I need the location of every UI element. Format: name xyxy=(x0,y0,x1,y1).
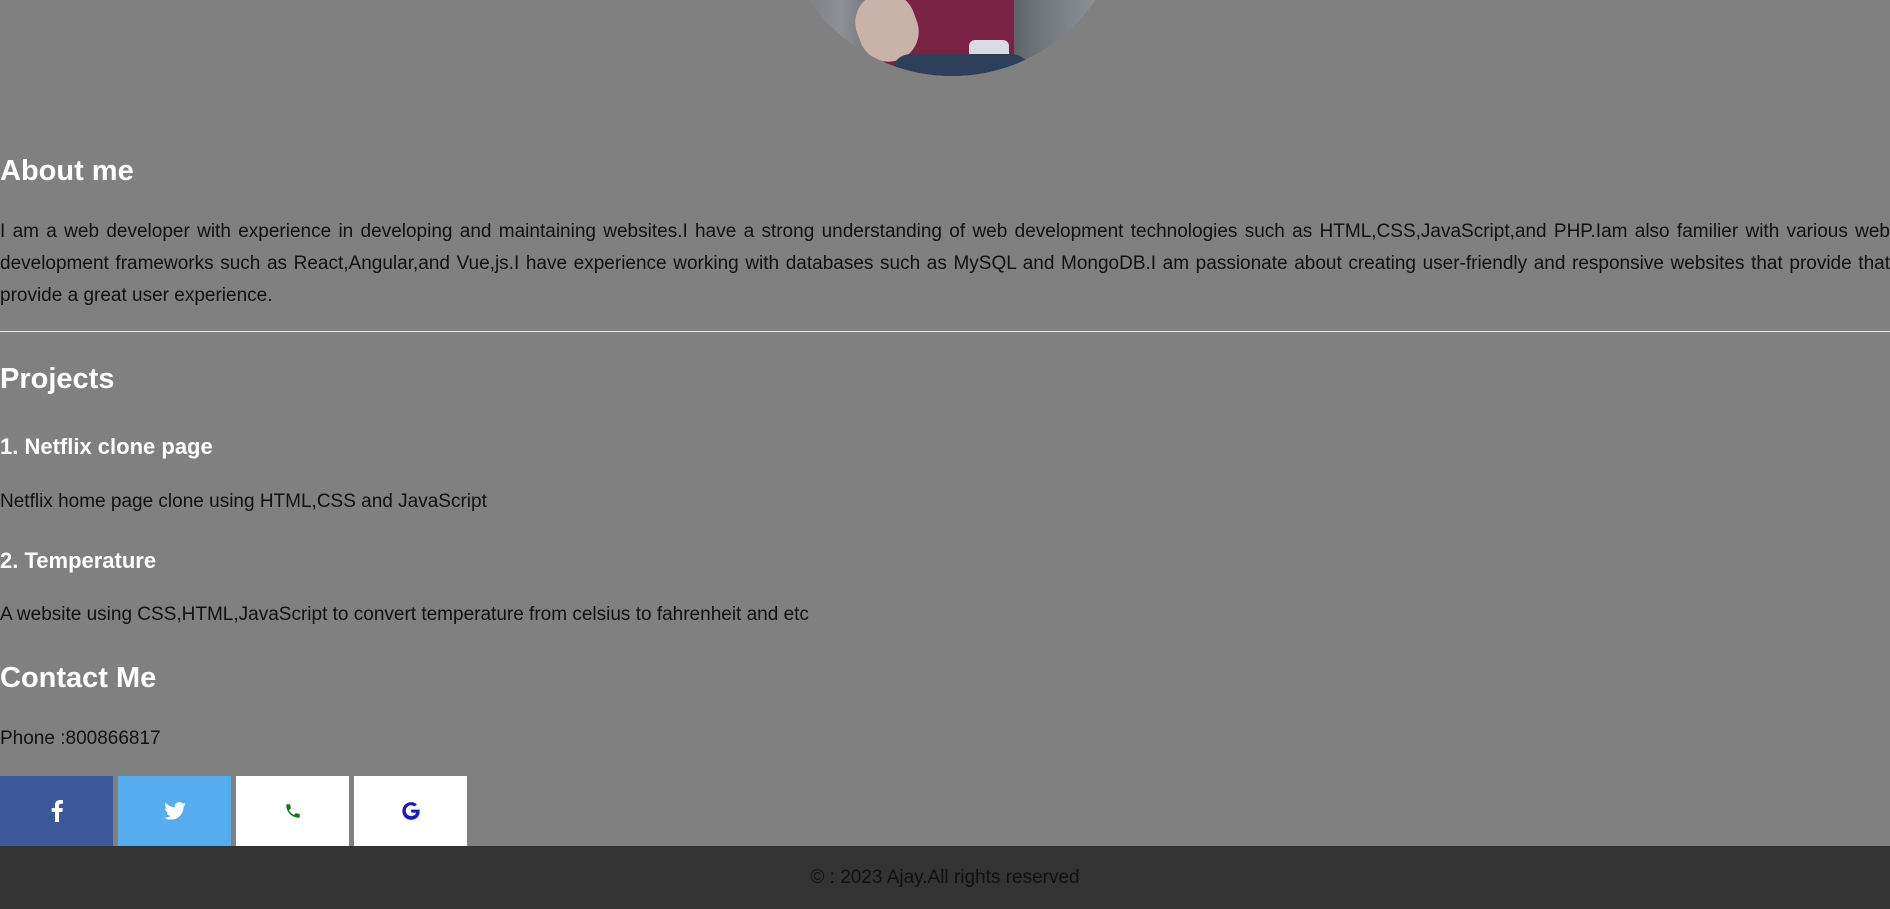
contact-title: Contact Me xyxy=(0,662,157,694)
about-title: About me xyxy=(0,155,134,187)
section-divider xyxy=(0,331,1890,332)
project-description-1: Netflix home page clone using HTML,CSS a… xyxy=(0,491,487,512)
facebook-icon xyxy=(51,800,63,822)
project-title-2: 2. Temperature xyxy=(0,548,157,573)
twitter-button[interactable] xyxy=(118,776,231,846)
google-button[interactable] xyxy=(354,776,467,846)
phone-button[interactable] xyxy=(236,776,349,846)
project-title-1: 1. Netflix clone page xyxy=(0,434,213,459)
phone-icon xyxy=(285,804,300,818)
projects-title: Projects xyxy=(0,363,115,395)
avatar xyxy=(779,0,1125,76)
profile-photo xyxy=(779,0,1125,76)
facebook-button[interactable] xyxy=(0,776,113,846)
twitter-icon xyxy=(163,802,186,820)
project-description-2: A website using CSS,HTML,JavaScript to c… xyxy=(0,604,809,625)
contact-phone: Phone :800866817 xyxy=(0,728,161,749)
about-text: I am a web developer with experience in … xyxy=(0,221,1890,306)
footer-copyright: © : 2023 Ajay.All rights reserved xyxy=(810,866,1080,888)
social-links xyxy=(0,776,467,846)
footer: © : 2023 Ajay.All rights reserved xyxy=(0,846,1890,909)
google-icon xyxy=(401,802,420,820)
